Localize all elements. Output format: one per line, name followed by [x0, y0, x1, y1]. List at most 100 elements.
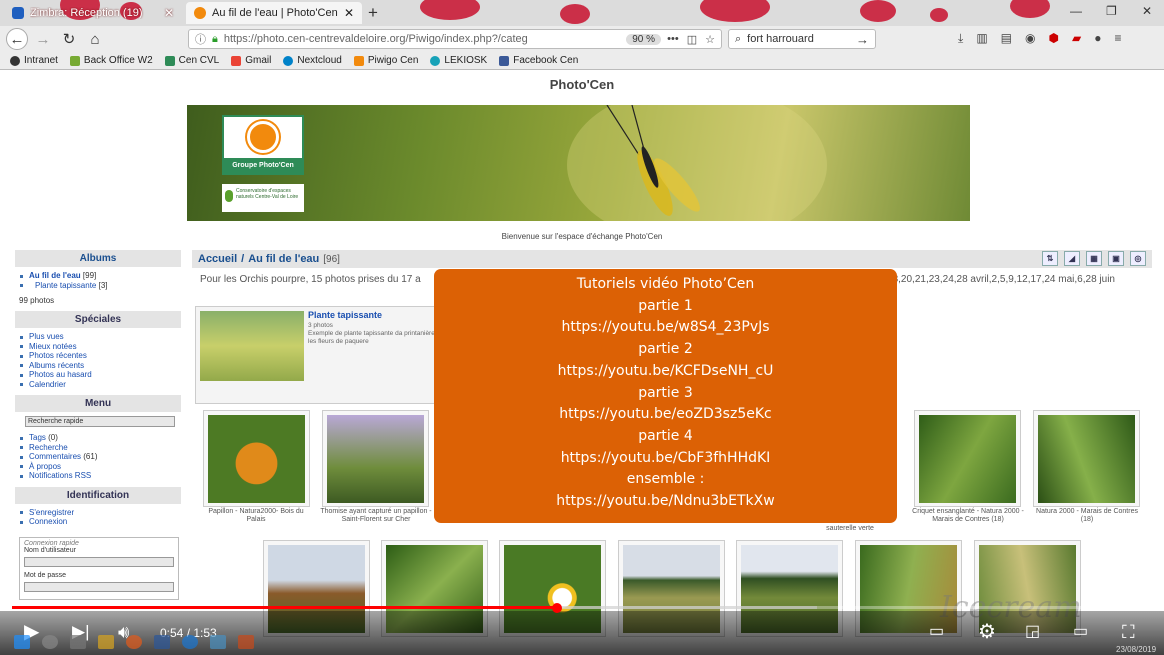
- explorer-icon[interactable]: [98, 634, 114, 649]
- fullscreen-icon[interactable]: ⛶: [1122, 621, 1135, 643]
- close-tab-icon[interactable]: ✕: [344, 6, 354, 20]
- search-value[interactable]: fort harrouard: [747, 33, 814, 45]
- username-field[interactable]: [24, 556, 174, 567]
- special-item[interactable]: Photos au hasard: [20, 370, 181, 380]
- bookmark-lekiosk[interactable]: LEKIOSK: [430, 55, 487, 66]
- bookmark-gmail[interactable]: Gmail: [231, 55, 271, 66]
- ublock-icon[interactable]: ⬢: [1048, 31, 1058, 46]
- theater-icon[interactable]: ▭: [1073, 621, 1088, 643]
- download-icon[interactable]: ⤓: [958, 31, 963, 46]
- search-go-icon[interactable]: →: [856, 32, 875, 47]
- zoom-indicator[interactable]: 90 %: [626, 33, 661, 45]
- word-icon[interactable]: [154, 634, 170, 649]
- menu-item[interactable]: Notifications RSS: [20, 471, 181, 481]
- photo-thumbnail[interactable]: [914, 410, 1021, 507]
- quick-search-input[interactable]: Recherche rapide: [25, 416, 175, 427]
- flat-view-icon[interactable]: ◢: [1064, 251, 1080, 266]
- calendar-icon[interactable]: ▦: [1086, 251, 1102, 266]
- minimize-icon[interactable]: —: [1070, 4, 1082, 18]
- page-actions-icon[interactable]: •••: [667, 33, 679, 46]
- sub-album-card[interactable]: Plante tapissante 3 photos Exemple de pl…: [195, 306, 445, 404]
- search-field[interactable]: ⌕ fort harrouard →: [728, 29, 876, 49]
- breadcrumb-current[interactable]: Au fil de l'eau: [248, 253, 319, 265]
- home-icon[interactable]: ⌂: [84, 28, 106, 50]
- tab-zimbra[interactable]: Zimbra: Réception (19) ✕: [4, 2, 182, 24]
- overlay-link[interactable]: https://youtu.be/Ndnu3bETkXw: [434, 491, 897, 513]
- special-item[interactable]: Calendrier: [20, 380, 181, 390]
- login-link[interactable]: Connexion: [20, 517, 181, 527]
- menu-item[interactable]: Recherche: [20, 443, 181, 453]
- album-meta: 3 photos Exemple de plante tapissante da…: [308, 322, 437, 345]
- firefox-icon[interactable]: [126, 634, 142, 649]
- account-icon[interactable]: ●: [1094, 31, 1101, 46]
- overlay-link[interactable]: https://youtu.be/eoZD3sz5eKc: [434, 404, 897, 426]
- overlay-link[interactable]: https://youtu.be/KCFDseNH_cU: [434, 361, 897, 383]
- site-banner: Groupe Photo'Cen Conservatoire d'espaces…: [187, 105, 970, 221]
- close-window-icon[interactable]: ✕: [1142, 4, 1152, 18]
- menu-icon[interactable]: ≡: [1114, 31, 1121, 46]
- extension-icon[interactable]: ◉: [1025, 31, 1035, 46]
- bookmark-nextcloud[interactable]: Nextcloud: [283, 55, 342, 66]
- lekiosk-icon: [430, 55, 441, 66]
- taskview-icon[interactable]: [70, 634, 86, 649]
- photo-thumbnail[interactable]: [1033, 410, 1140, 507]
- album-title[interactable]: Plante tapissante: [308, 310, 382, 320]
- slideshow-icon[interactable]: ▣: [1108, 251, 1124, 266]
- pocket-icon[interactable]: ◫: [687, 33, 697, 46]
- bookmark-backoffice[interactable]: Back Office W2: [69, 55, 153, 66]
- progress-scrubber[interactable]: [551, 603, 562, 613]
- sidebar-icon[interactable]: ▤: [1001, 31, 1012, 46]
- cortana-icon[interactable]: [42, 634, 58, 649]
- photo-thumbnail[interactable]: [322, 410, 429, 507]
- menu-item[interactable]: Tags (0): [20, 433, 181, 443]
- album-item[interactable]: Au fil de l'eau [99]: [20, 271, 181, 281]
- menu-item[interactable]: À propos: [20, 462, 181, 472]
- library-icon[interactable]: ▥: [976, 31, 987, 46]
- url-bar[interactable]: ⓘ 🔒︎ https://photo.cen-centrevaldeloire.…: [188, 29, 722, 49]
- close-tab-icon[interactable]: ✕: [164, 6, 174, 20]
- sort-icon[interactable]: ⇅: [1042, 251, 1058, 266]
- special-item[interactable]: Plus vues: [20, 332, 181, 342]
- map-icon[interactable]: ◎: [1130, 251, 1146, 266]
- restore-icon[interactable]: ❐: [1106, 4, 1117, 18]
- album-item[interactable]: Plante tapissante [3]: [20, 281, 181, 291]
- breadcrumb-home[interactable]: Accueil: [198, 253, 237, 265]
- back-icon[interactable]: ←: [6, 28, 28, 50]
- welcome-text: Bienvenue sur l'espace d'échange Photo'C…: [501, 232, 663, 241]
- lock-icon: 🔒︎: [212, 32, 218, 45]
- special-item[interactable]: Mieux notées: [20, 342, 181, 352]
- bookmark-piwigo[interactable]: Piwigo Cen: [353, 55, 418, 66]
- overlay-link[interactable]: https://youtu.be/w8S4_23PvJs: [434, 317, 897, 339]
- info-icon[interactable]: ⓘ: [195, 31, 206, 47]
- app-icon[interactable]: [210, 634, 226, 649]
- miniplayer-icon[interactable]: ◲: [1025, 621, 1040, 643]
- app-icon[interactable]: [182, 634, 198, 649]
- bookmark-facebook[interactable]: Facebook Cen: [499, 55, 578, 66]
- register-link[interactable]: S'enregistrer: [20, 508, 181, 518]
- bookmark-star-icon[interactable]: ☆: [705, 33, 715, 46]
- tutorial-links-overlay: Tutoriels vidéo Photo’Cen partie 1 https…: [434, 269, 897, 523]
- overlay-part-label: partie 4: [638, 427, 693, 444]
- bookmark-intranet[interactable]: Intranet: [10, 55, 58, 66]
- url-text[interactable]: https://photo.cen-centrevaldeloire.org/P…: [224, 33, 528, 45]
- password-field[interactable]: [24, 581, 174, 592]
- start-icon[interactable]: [14, 634, 30, 649]
- bookmark-cencvl[interactable]: Cen CVL: [164, 55, 219, 66]
- forward-icon[interactable]: →: [32, 28, 54, 50]
- recorder-icon[interactable]: [238, 634, 254, 649]
- photo-thumbnail[interactable]: [203, 410, 310, 507]
- subtitles-icon[interactable]: ▭: [929, 621, 944, 643]
- settings-icon[interactable]: ⚙: [978, 621, 996, 643]
- pdf-icon[interactable]: ▰: [1072, 31, 1081, 46]
- bookmark-icon: [164, 55, 175, 66]
- album-thumbnail[interactable]: [200, 311, 304, 381]
- special-item[interactable]: Photos récentes: [20, 351, 181, 361]
- menu-item[interactable]: Commentaires (61): [20, 452, 181, 462]
- overlay-link[interactable]: https://youtu.be/CbF3fhHHdKI: [434, 448, 897, 470]
- tab-photocen[interactable]: Au fil de l'eau | Photo'Cen ✕: [186, 2, 362, 24]
- reload-icon[interactable]: ↻: [58, 28, 80, 50]
- special-item[interactable]: Albums récents: [20, 361, 181, 371]
- progress-bar[interactable]: [12, 606, 1152, 609]
- new-tab-icon[interactable]: +: [368, 3, 378, 23]
- breadcrumb: Accueil / Au fil de l'eau [96] ⇅ ◢ ▦ ▣ ◎: [192, 250, 1152, 268]
